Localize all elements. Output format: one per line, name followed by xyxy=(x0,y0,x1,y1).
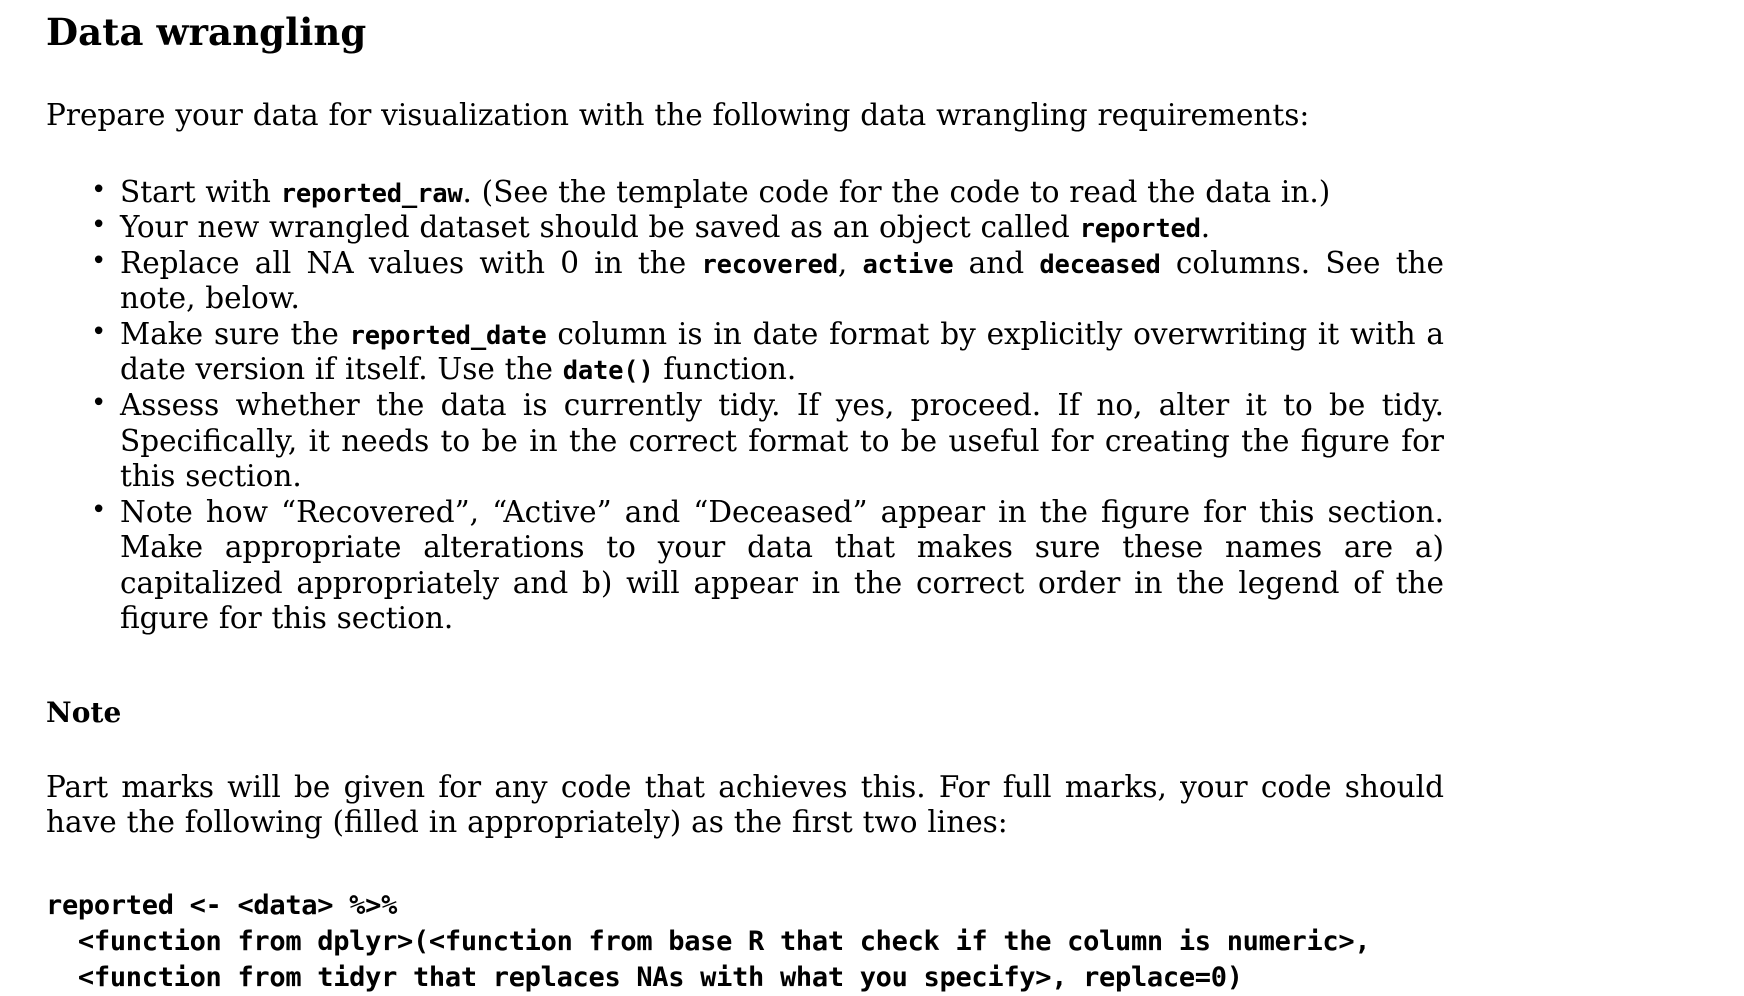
list-item-text: Make sure the reported_date column is in… xyxy=(120,316,1444,387)
list-item-text: Start with reported_raw. (See the templa… xyxy=(120,174,1331,209)
inline-code: reported xyxy=(1079,214,1201,245)
list-item-text: Assess whether the data is currently tid… xyxy=(120,387,1444,494)
code-line: <function from tidyr that replaces NAs w… xyxy=(46,961,1243,993)
inline-code: date() xyxy=(562,356,654,387)
code-line: reported <- <data> %>% xyxy=(46,890,398,922)
note-heading: Note xyxy=(46,695,122,729)
list-item-start-with-reported-raw: Start with reported_raw. (See the templa… xyxy=(46,174,1444,211)
requirements-list: Start with reported_raw. (See the templa… xyxy=(46,174,1445,637)
list-item-legend-naming-order: Note how “Recovered”, “Active” and “Dece… xyxy=(46,494,1444,637)
list-item-replace-na-with-zero: Replace all NA values with 0 in the reco… xyxy=(46,245,1445,317)
list-item-assess-tidy: Assess whether the data is currently tid… xyxy=(46,387,1444,495)
inline-code: active xyxy=(862,249,954,280)
page-title: Data wrangling xyxy=(46,10,367,54)
code-line: <function from dplyr>(<function from bas… xyxy=(46,926,1371,958)
list-item-text: Your new wrangled dataset should be save… xyxy=(120,210,1211,245)
document-page: Data wrangling Prepare your data for vis… xyxy=(0,0,1744,993)
inline-code: deceased xyxy=(1039,249,1161,280)
intro-paragraph: Prepare your data for visualization with… xyxy=(46,98,1310,132)
code-block: reported <- <data> %>% <function from dp… xyxy=(46,888,1444,996)
note-paragraph: Part marks will be given for any code th… xyxy=(46,769,1444,840)
list-item-reported-date-format: Make sure the reported_date column is in… xyxy=(46,316,1444,388)
inline-code: recovered xyxy=(701,249,838,280)
list-item-text: Note how “Recovered”, “Active” and “Dece… xyxy=(120,494,1444,636)
list-item-save-as-reported: Your new wrangled dataset should be save… xyxy=(46,209,1444,246)
list-item-text: Replace all NA values with 0 in the reco… xyxy=(120,245,1445,316)
note-heading-wrap: Note xyxy=(46,695,1444,729)
inline-code: reported_date xyxy=(349,320,547,351)
inline-code: reported_raw xyxy=(280,178,463,209)
